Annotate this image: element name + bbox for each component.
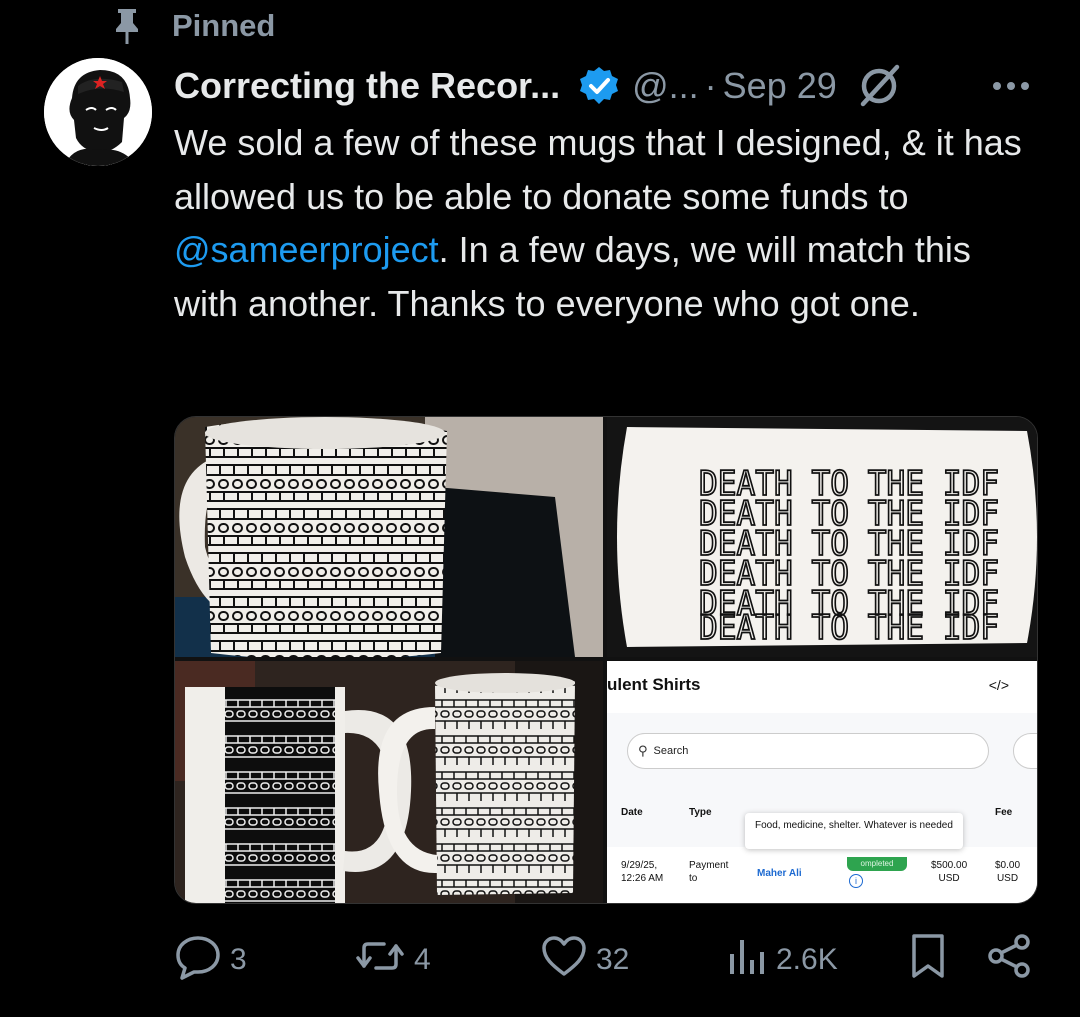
- share-button[interactable]: [986, 930, 1034, 990]
- separator-dot: ·: [704, 65, 717, 106]
- heart-icon: [540, 932, 588, 988]
- like-count: 32: [596, 943, 630, 976]
- status-badge: ompleted: [847, 857, 907, 871]
- tweet-text: We sold a few of these mugs that I desig…: [174, 116, 1044, 330]
- row-date: 9/29/25, 12:26 AM: [621, 860, 664, 884]
- column-header-date: Date: [621, 807, 643, 818]
- info-icon[interactable]: i: [849, 874, 863, 888]
- avatar[interactable]: [44, 58, 152, 166]
- column-header-fee: Fee: [995, 807, 1013, 818]
- mug-photo-2[interactable]: DEATH TO THE IDF DEATH TO THE IDF DEATH …: [607, 417, 1037, 657]
- reply-count: 3: [230, 943, 247, 976]
- mug-photo-1[interactable]: [175, 417, 603, 657]
- views-icon: [724, 932, 768, 988]
- repost-count: 4: [414, 943, 431, 976]
- more-options-icon[interactable]: [990, 72, 1032, 100]
- like-button[interactable]: 32: [540, 930, 629, 990]
- transaction-screenshot[interactable]: ulent Shirts </> ⚲ Search Date Type Fee …: [607, 661, 1037, 903]
- search-input[interactable]: ⚲ Search: [627, 733, 989, 769]
- note-tooltip: Food, medicine, shelter. Whatever is nee…: [745, 813, 963, 849]
- pin-icon: [112, 6, 142, 46]
- author-name[interactable]: Correcting the Recor...: [174, 65, 560, 107]
- bookmark-icon: [908, 932, 948, 988]
- repost-icon: [354, 932, 406, 988]
- grok-icon[interactable]: [855, 62, 903, 110]
- post-date[interactable]: Sep 29: [723, 65, 837, 107]
- author-handle[interactable]: @...: [632, 65, 699, 107]
- row-recipient[interactable]: Maher Ali: [757, 867, 802, 880]
- mug-photo-3[interactable]: [175, 661, 603, 903]
- pinned-label: Pinned: [172, 8, 276, 43]
- tweet-header: Correcting the Recor... @... · Sep 29: [174, 60, 903, 112]
- row-amount: $500.00 USD: [931, 860, 968, 884]
- shop-title: ulent Shirts: [607, 675, 701, 694]
- media-grid[interactable]: DEATH TO THE IDF DEATH TO THE IDF DEATH …: [174, 416, 1038, 904]
- verified-badge-icon[interactable]: [578, 65, 620, 107]
- reply-button[interactable]: 3: [174, 930, 247, 990]
- views-count: 2.6K: [776, 943, 838, 976]
- row-type: Payment to: [689, 860, 729, 884]
- bookmark-button[interactable]: [908, 930, 948, 990]
- search-icon: ⚲: [638, 743, 648, 758]
- reply-icon: [174, 932, 222, 988]
- share-icon: [986, 932, 1034, 988]
- tweet-text-part-1: We sold a few of these mugs that I desig…: [174, 122, 1022, 217]
- row-fee: $0.00 USD: [995, 860, 1021, 884]
- views-button[interactable]: 2.6K: [724, 930, 838, 990]
- column-header-type: Type: [689, 807, 712, 818]
- repost-button[interactable]: 4: [354, 930, 431, 990]
- svg-text:DEATH TO THE IDF: DEATH TO THE IDF: [699, 608, 999, 648]
- mention-link[interactable]: @sameerproject: [174, 229, 439, 270]
- embed-code-icon[interactable]: </>: [989, 677, 1009, 693]
- action-bar: 3 4 32 2.6K: [174, 930, 1044, 990]
- search-placeholder: Search: [653, 745, 689, 757]
- table-row[interactable]: [607, 847, 1037, 903]
- pinned-indicator: Pinned: [112, 6, 275, 46]
